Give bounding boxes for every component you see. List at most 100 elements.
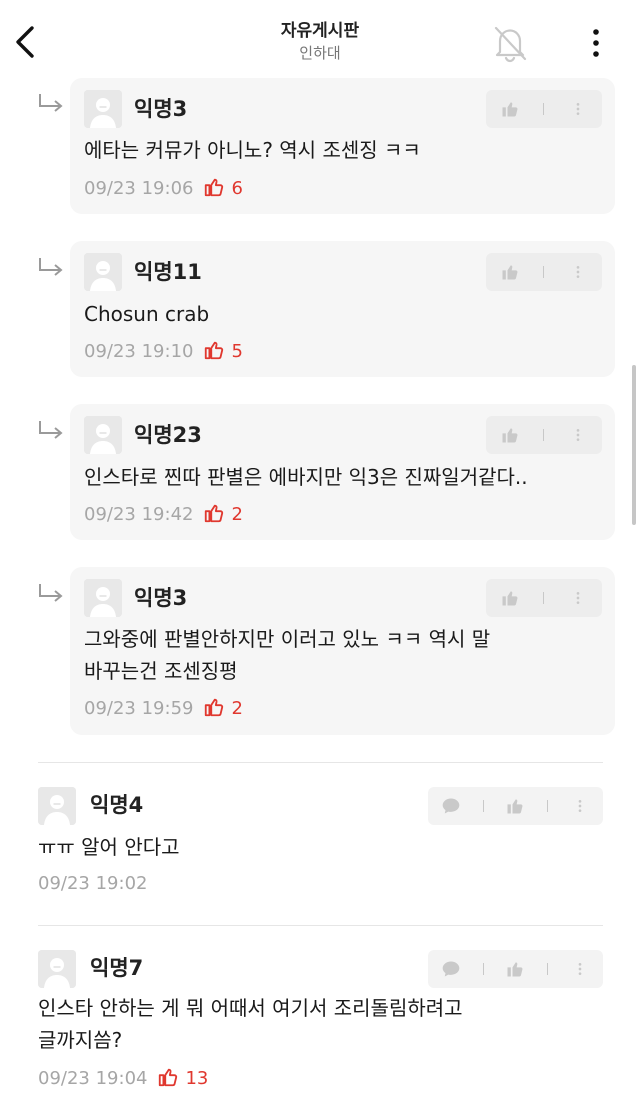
comment-item: 익명7 인스타 안하는 게 뭐 어때서 여기서 조리돌림하려고 글까지씀? 09… bbox=[38, 947, 603, 1097]
like-count: 5 bbox=[231, 341, 243, 362]
like-button[interactable] bbox=[495, 420, 525, 450]
more-options-button[interactable] bbox=[563, 583, 593, 613]
comment-meta: 09/23 19:10 5 bbox=[84, 339, 243, 364]
reply-arrow-icon bbox=[36, 582, 66, 606]
comment-text: Chosun crab bbox=[84, 302, 210, 326]
like-button[interactable] bbox=[495, 257, 525, 287]
comment-text: ㅠㅠ 알어 안다고 bbox=[38, 835, 180, 859]
more-options-button[interactable] bbox=[565, 791, 595, 821]
author-name: 익명7 bbox=[90, 956, 144, 980]
thumbs-up-icon bbox=[203, 502, 225, 524]
comment-text: 인스타로 찐따 판별은 에바지만 익3은 진짜일거같다.. bbox=[84, 465, 528, 489]
like-count: 6 bbox=[231, 178, 243, 199]
thumbs-up-icon bbox=[500, 425, 520, 445]
more-menu-button[interactable] bbox=[585, 26, 607, 60]
thumbs-up-icon bbox=[203, 176, 225, 198]
divider bbox=[543, 592, 545, 604]
reply-item: 익명3 그와중에 판별안하지만 이러고 있노 ㅋㅋ 역시 말 바꾸는건 조센징평… bbox=[70, 567, 615, 735]
comment-actions bbox=[428, 950, 603, 988]
comment-text: 에타는 커뮤가 아니노? 역시 조센징 ㅋㅋ bbox=[84, 138, 421, 162]
page-title: 자유게시판 bbox=[280, 21, 360, 41]
comment-actions bbox=[428, 787, 603, 825]
like-count: 13 bbox=[185, 1068, 209, 1089]
avatar bbox=[84, 579, 122, 617]
author-name: 익명23 bbox=[134, 423, 202, 447]
author-name: 익명3 bbox=[134, 586, 188, 610]
divider bbox=[543, 429, 545, 441]
more-vertical-icon bbox=[572, 961, 588, 977]
comment-meta: 09/23 19:42 2 bbox=[84, 502, 243, 527]
more-vertical-icon bbox=[570, 264, 586, 280]
comment-text-line: 인스타 안하는 게 뭐 어때서 여기서 조리돌림하려고 bbox=[38, 996, 463, 1020]
author-name: 익명3 bbox=[134, 97, 188, 121]
divider bbox=[543, 103, 545, 115]
comment-divider bbox=[38, 925, 603, 926]
more-options-button[interactable] bbox=[563, 257, 593, 287]
avatar bbox=[38, 787, 76, 825]
more-vertical-icon bbox=[570, 101, 586, 117]
comment-actions bbox=[486, 579, 602, 617]
reply-button[interactable] bbox=[436, 954, 466, 984]
thumbs-up-icon bbox=[505, 959, 525, 979]
thumbs-up-icon bbox=[500, 588, 520, 608]
like-button[interactable] bbox=[495, 94, 525, 124]
comment-text-line: 그와중에 판별안하지만 이러고 있노 ㅋㅋ 역시 말 bbox=[84, 627, 491, 651]
notification-toggle-button[interactable] bbox=[490, 22, 530, 64]
thumbs-up-icon bbox=[500, 262, 520, 282]
more-vertical-icon bbox=[593, 29, 599, 57]
comment-actions bbox=[486, 416, 602, 454]
author-name: 익명4 bbox=[90, 793, 144, 817]
more-options-button[interactable] bbox=[563, 94, 593, 124]
comment-meta: 09/23 19:06 6 bbox=[84, 176, 243, 201]
timestamp: 09/23 19:10 bbox=[84, 341, 194, 362]
timestamp: 09/23 19:42 bbox=[84, 504, 194, 525]
divider bbox=[482, 963, 484, 975]
comment-meta: 09/23 19:59 2 bbox=[84, 696, 243, 721]
divider bbox=[547, 800, 549, 812]
like-count: 2 bbox=[231, 698, 243, 719]
comment-meta: 09/23 19:02 bbox=[38, 872, 147, 896]
page-subtitle: 인하대 bbox=[299, 44, 341, 62]
timestamp: 09/23 19:06 bbox=[84, 178, 194, 199]
like-button[interactable] bbox=[495, 583, 525, 613]
reply-item: 익명3 에타는 커뮤가 아니노? 역시 조센징 ㅋㅋ 09/23 19:06 6 bbox=[70, 78, 615, 214]
bell-off-icon bbox=[494, 26, 527, 63]
like-count: 2 bbox=[231, 504, 243, 525]
thumbs-up-icon bbox=[505, 796, 525, 816]
thumbs-up-icon bbox=[157, 1066, 179, 1088]
speech-bubble-icon bbox=[441, 796, 461, 816]
avatar bbox=[38, 950, 76, 988]
timestamp: 09/23 19:02 bbox=[38, 873, 148, 894]
more-options-button[interactable] bbox=[565, 954, 595, 984]
like-button[interactable] bbox=[500, 791, 530, 821]
author-name: 익명11 bbox=[134, 260, 202, 284]
reply-arrow-icon bbox=[36, 92, 66, 116]
reply-arrow-icon bbox=[36, 419, 66, 443]
title-block: 자유게시판 인하대 bbox=[0, 20, 640, 63]
divider bbox=[547, 963, 549, 975]
app-header: 자유게시판 인하대 bbox=[0, 0, 640, 76]
more-vertical-icon bbox=[572, 798, 588, 814]
avatar bbox=[84, 416, 122, 454]
reply-button[interactable] bbox=[436, 791, 466, 821]
divider bbox=[482, 800, 484, 812]
reply-item: 익명11 Chosun crab 09/23 19:10 5 bbox=[70, 241, 615, 377]
comment-item: 익명4 ㅠㅠ 알어 안다고 09/23 19:02 bbox=[38, 784, 603, 904]
comment-actions bbox=[486, 253, 602, 291]
timestamp: 09/23 19:59 bbox=[84, 698, 194, 719]
comment-meta: 09/23 19:04 13 bbox=[38, 1066, 208, 1091]
more-options-button[interactable] bbox=[563, 420, 593, 450]
thumbs-up-icon bbox=[500, 99, 520, 119]
avatar bbox=[84, 253, 122, 291]
avatar bbox=[84, 90, 122, 128]
timestamp: 09/23 19:04 bbox=[38, 1068, 148, 1089]
scrollbar[interactable] bbox=[632, 365, 636, 525]
more-vertical-icon bbox=[570, 590, 586, 606]
thumbs-up-icon bbox=[203, 696, 225, 718]
comment-actions bbox=[486, 90, 602, 128]
speech-bubble-icon bbox=[441, 959, 461, 979]
comment-divider bbox=[38, 762, 603, 763]
like-button[interactable] bbox=[500, 954, 530, 984]
more-vertical-icon bbox=[570, 427, 586, 443]
comment-text-line: 바꾸는건 조센징평 bbox=[84, 659, 238, 683]
